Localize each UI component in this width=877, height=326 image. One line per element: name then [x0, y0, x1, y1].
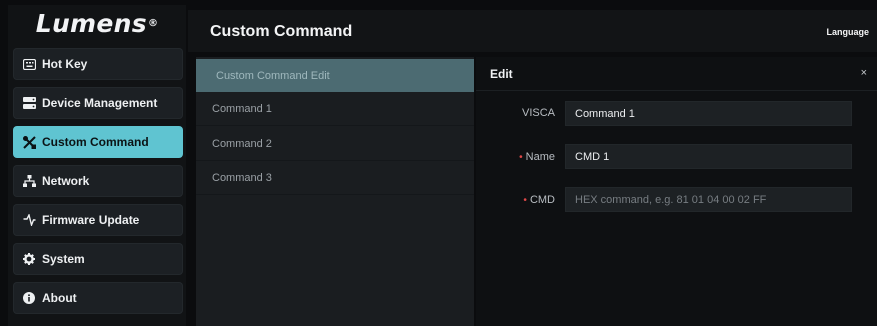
- command-item-2[interactable]: Command 2: [196, 127, 474, 161]
- close-icon[interactable]: ×: [861, 67, 867, 79]
- sidebar-item-label: About: [42, 291, 77, 305]
- sidebar-item-about[interactable]: About: [13, 282, 183, 314]
- name-label: • Name: [519, 151, 555, 163]
- server-icon: [22, 96, 36, 110]
- sidebar-item-hot-key[interactable]: Hot Key: [13, 48, 183, 80]
- page-title: Custom Command: [210, 23, 353, 40]
- sidebar-item-label: Custom Command: [42, 135, 149, 149]
- command-item-1[interactable]: Command 1: [196, 92, 474, 126]
- network-icon: [22, 174, 36, 188]
- command-item-3[interactable]: Command 3: [196, 161, 474, 195]
- sidebar-item-custom-command[interactable]: Custom Command: [13, 126, 183, 158]
- sidebar-item-label: Device Management: [42, 96, 158, 110]
- edit-title: Edit: [490, 67, 513, 81]
- sidebar-item-firmware-update[interactable]: Firmware Update: [13, 204, 183, 236]
- info-icon: [22, 291, 36, 305]
- sidebar-item-label: Network: [42, 174, 90, 188]
- keyboard-icon: [22, 57, 36, 71]
- edit-panel: Edit × VISCA Command 1 • Name CMD 1 • CMD …: [476, 57, 877, 326]
- visca-label: VISCA: [521, 107, 555, 119]
- cmd-label: • CMD: [523, 194, 555, 206]
- gear-icon: [22, 252, 36, 266]
- sidebar-item-device-management[interactable]: Device Management: [13, 87, 183, 119]
- sidebar-item-label: System: [42, 252, 85, 266]
- command-list-header: Custom Command Edit: [196, 59, 474, 92]
- language-button[interactable]: Language: [826, 27, 869, 37]
- required-marker: •: [523, 195, 527, 206]
- top-bar: Custom Command Language: [188, 10, 877, 52]
- visca-field[interactable]: Command 1: [565, 101, 852, 126]
- sidebar-item-network[interactable]: Network: [13, 165, 183, 197]
- tools-icon: [22, 135, 36, 149]
- lumens-logo: Lumens ®: [8, 5, 186, 41]
- brand-name: Lumens: [35, 8, 147, 38]
- name-field[interactable]: CMD 1: [565, 144, 852, 169]
- firmware-icon: [22, 213, 36, 227]
- sidebar: Lumens ® Hot Key Device Management Custom…: [8, 5, 186, 326]
- required-marker: •: [519, 152, 523, 163]
- registered-mark: ®: [147, 17, 159, 29]
- sidebar-item-label: Firmware Update: [42, 213, 140, 227]
- sidebar-item-label: Hot Key: [42, 57, 88, 71]
- cmd-field[interactable]: HEX command, e.g. 81 01 04 00 02 FF: [565, 187, 852, 212]
- command-list-panel: Custom Command Edit Command 1 Command 2 …: [196, 57, 474, 326]
- edit-divider: [476, 90, 877, 91]
- sidebar-item-system[interactable]: System: [13, 243, 183, 275]
